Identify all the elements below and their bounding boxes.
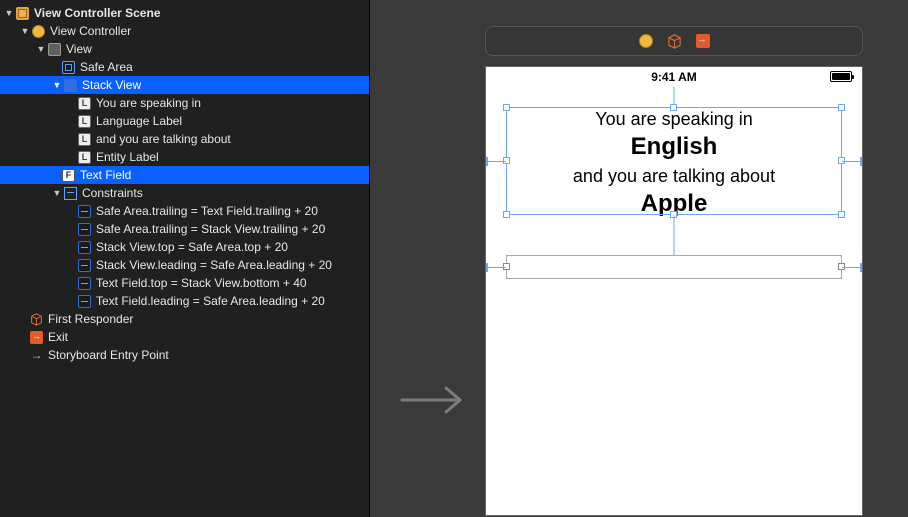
label-text: and you are talking about [96,132,231,146]
scene-row[interactable]: ▼ View Controller Scene [0,4,369,22]
exit-icon[interactable] [696,34,710,48]
exit-icon [30,331,43,344]
constraint-anchor [486,263,488,272]
constraint-text: Safe Area.trailing = Text Field.trailing… [96,204,318,218]
exit-label: Exit [48,330,68,344]
device-preview[interactable]: 9:41 AM You are speaking in English and … [485,66,863,516]
storyboard-canvas[interactable]: 9:41 AM You are speaking in English and … [370,0,908,517]
constraints-row[interactable]: ▼ Constraints [0,184,369,202]
disclosure-triangle-icon[interactable]: ▼ [52,188,62,198]
constraint-row[interactable]: Stack View.top = Safe Area.top + 20 [0,238,369,256]
first-responder-icon[interactable] [667,34,682,49]
text-field-icon: F [62,169,75,182]
entry-point-icon: → [30,349,43,362]
label-text: Entity Label [96,150,159,164]
constraint-guide [674,87,675,107]
exit-row[interactable]: Exit [0,328,369,346]
language-label-preview[interactable]: English [506,131,842,163]
safe-area-icon [62,61,75,74]
status-time: 9:41 AM [651,70,697,84]
safe-area-label: Safe Area [80,60,133,74]
constraint-anchor [860,263,862,272]
constraint-row[interactable]: Text Field.leading = Safe Area.leading +… [0,292,369,310]
text-field-label: Text Field [80,168,131,182]
stack-view-label: Stack View [82,78,141,92]
disclosure-triangle-icon[interactable]: ▼ [36,44,46,54]
scene-label: View Controller Scene [34,6,161,20]
safe-area-row[interactable]: Safe Area [0,58,369,76]
constraint-row[interactable]: Stack View.leading = Safe Area.leading +… [0,256,369,274]
label-preview[interactable]: You are speaking in [506,107,842,131]
constraint-icon [78,223,91,236]
label-preview[interactable]: and you are talking about [506,164,842,188]
constraint-guide [674,215,675,255]
text-field-row[interactable]: F Text Field [0,166,369,184]
constraint-guide [842,267,862,268]
view-label: View [66,42,92,56]
label-row[interactable]: L Entity Label [0,148,369,166]
label-icon: L [78,151,91,164]
constraint-row[interactable]: Safe Area.trailing = Text Field.trailing… [0,202,369,220]
battery-icon [830,71,852,82]
entry-point-row[interactable]: → Storyboard Entry Point [0,346,369,364]
stack-view-preview[interactable]: You are speaking in English and you are … [506,107,842,220]
constraint-row[interactable]: Safe Area.trailing = Stack View.trailing… [0,220,369,238]
constraint-icon [78,277,91,290]
label-row[interactable]: L and you are talking about [0,130,369,148]
entry-point-label: Storyboard Entry Point [48,348,169,362]
label-text: Language Label [96,114,182,128]
document-outline[interactable]: ▼ View Controller Scene ▼ View Controlle… [0,0,370,517]
disclosure-triangle-icon[interactable]: ▼ [52,80,62,90]
constraint-text: Safe Area.trailing = Stack View.trailing… [96,222,325,236]
constraints-label: Constraints [82,186,143,200]
view-icon [48,43,61,56]
constraint-row[interactable]: Text Field.top = Stack View.bottom + 40 [0,274,369,292]
first-responder-label: First Responder [48,312,133,326]
stack-view-row[interactable]: ▼ Stack View [0,76,369,94]
device-frame: 9:41 AM You are speaking in English and … [485,26,863,516]
disclosure-triangle-icon[interactable]: ▼ [4,8,14,18]
constraint-guide [486,161,506,162]
scene-icon [16,7,29,20]
label-icon: L [78,97,91,110]
first-responder-row[interactable]: First Responder [0,310,369,328]
constraint-text: Stack View.leading = Safe Area.leading +… [96,258,332,272]
constraints-icon [64,187,77,200]
constraint-anchor [860,157,862,166]
constraint-text: Text Field.leading = Safe Area.leading +… [96,294,325,308]
label-icon: L [78,115,91,128]
entry-arrow-icon [400,380,470,423]
view-controller-icon[interactable] [639,34,653,48]
view-controller-icon [32,25,45,38]
first-responder-icon [30,313,43,326]
scene-titlebar[interactable] [485,26,863,56]
disclosure-triangle-icon[interactable]: ▼ [20,26,30,36]
stack-view-icon [64,79,77,92]
constraint-text: Stack View.top = Safe Area.top + 20 [96,240,288,254]
label-row[interactable]: L You are speaking in [0,94,369,112]
status-bar: 9:41 AM [486,67,862,87]
text-field-preview[interactable] [506,255,842,279]
constraint-guide [486,267,506,268]
view-controller-label: View Controller [50,24,131,38]
constraint-icon [78,259,91,272]
label-text: You are speaking in [96,96,201,110]
label-icon: L [78,133,91,146]
view-controller-row[interactable]: ▼ View Controller [0,22,369,40]
view-row[interactable]: ▼ View [0,40,369,58]
constraint-icon [78,205,91,218]
constraint-anchor [486,157,488,166]
constraint-icon [78,241,91,254]
constraint-text: Text Field.top = Stack View.bottom + 40 [96,276,307,290]
label-row[interactable]: L Language Label [0,112,369,130]
constraint-guide [842,161,862,162]
constraint-icon [78,295,91,308]
